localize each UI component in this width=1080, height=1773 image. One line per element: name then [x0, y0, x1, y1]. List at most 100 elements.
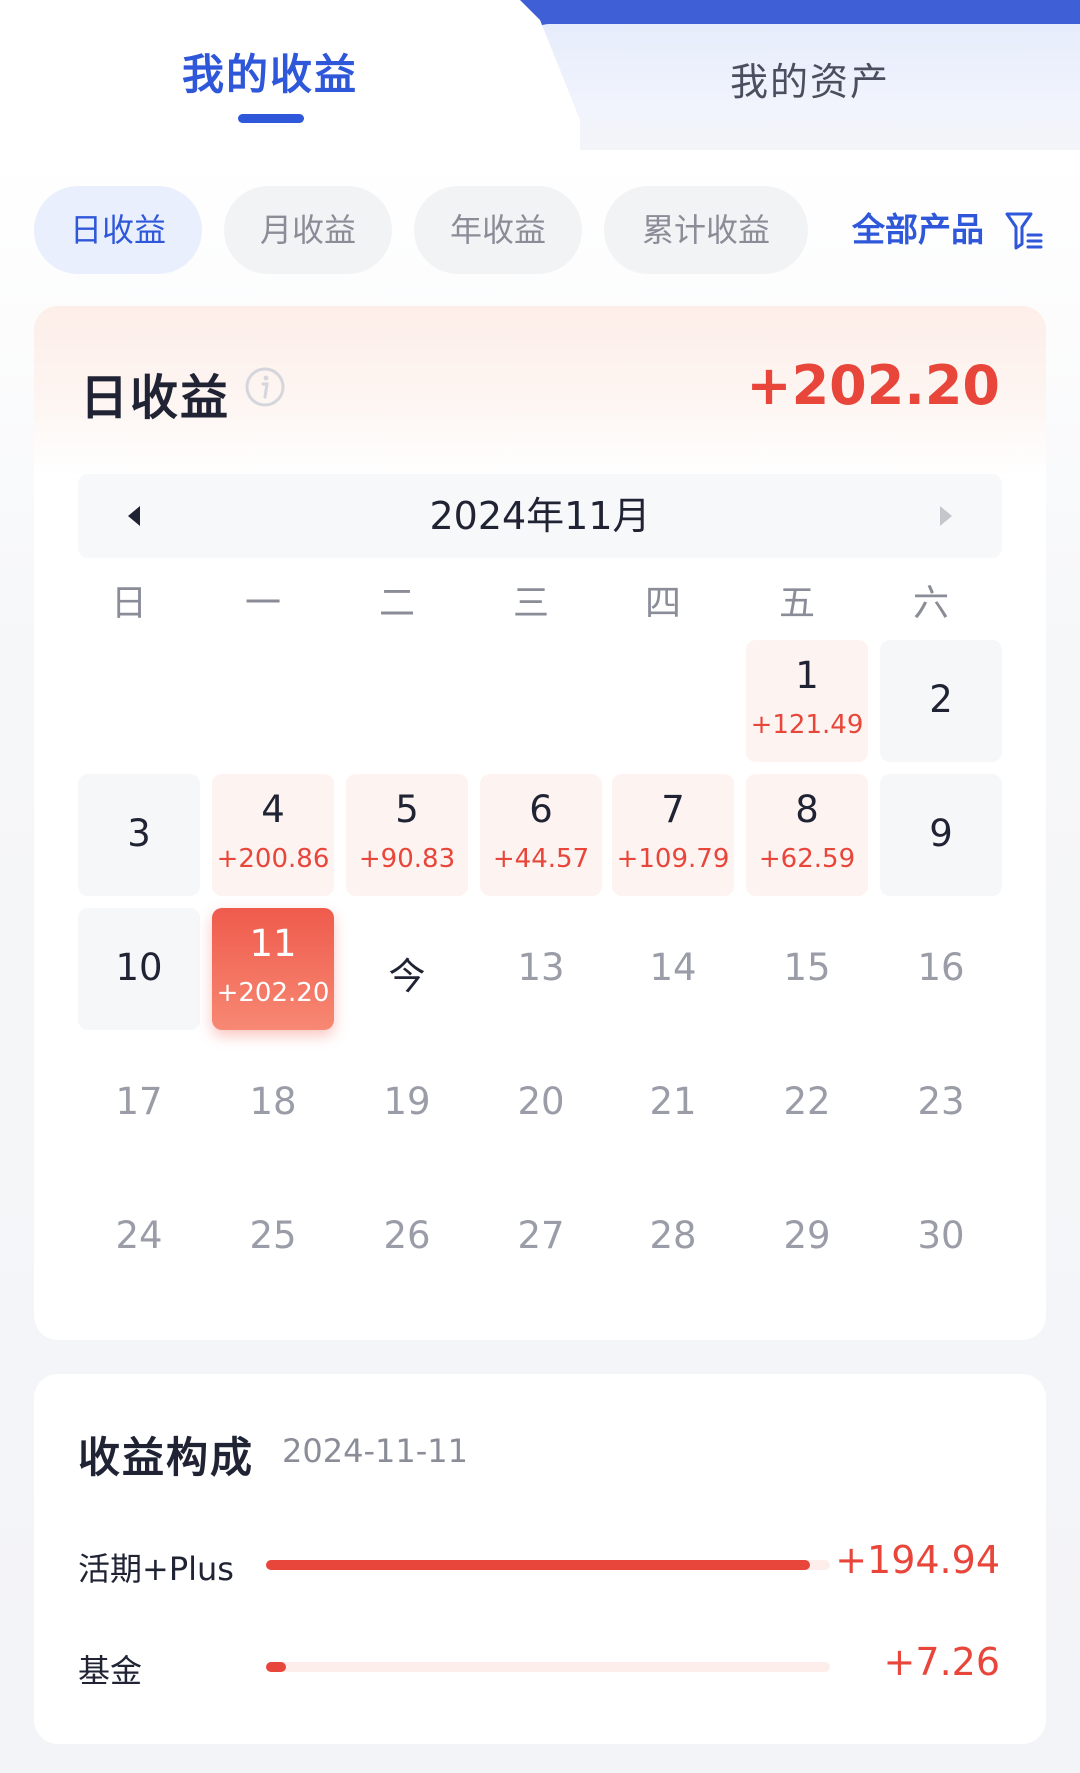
composition-label: 基金 — [78, 1652, 143, 1690]
composition-title: 收益构成 — [78, 1433, 255, 1482]
active-tab-indicator — [238, 114, 304, 123]
earnings-composition-card: 收益构成 2024-11-11 活期+Plus +194.94 基金 +7.26 — [34, 1374, 1046, 1744]
daily-earnings-card: 日收益 +202.20 2024年11月 日 一 二 三 四 五 六 1 +12… — [34, 306, 1046, 1340]
day-number: 8 — [795, 788, 819, 831]
day-number: 19 — [383, 1080, 431, 1123]
filter-cumulative-earnings[interactable]: 累计收益 — [604, 186, 808, 274]
calendar-day-14: 14 — [612, 908, 734, 1030]
tab-my-assets[interactable]: 我的资产 — [680, 52, 940, 112]
day-number: 16 — [917, 946, 965, 989]
calendar-day-6[interactable]: 6 +44.57 — [480, 774, 602, 896]
day-number: 14 — [649, 946, 697, 989]
calendar-day-9[interactable]: 9 — [880, 774, 1002, 896]
daily-earnings-title: 日收益 — [80, 370, 231, 426]
daily-earnings-total: +202.20 — [746, 354, 1000, 417]
day-earnings: +202.20 — [216, 978, 330, 1008]
calendar-day-10[interactable]: 10 — [78, 908, 200, 1030]
calendar-day-2[interactable]: 2 — [880, 640, 1002, 762]
calendar-day-13: 13 — [480, 908, 602, 1030]
calendar-day-7[interactable]: 7 +109.79 — [612, 774, 734, 896]
day-number: 21 — [649, 1080, 697, 1123]
info-icon[interactable] — [244, 366, 286, 408]
calendar-day-18: 18 — [212, 1042, 334, 1164]
current-month-label: 2024年11月 — [429, 494, 651, 538]
composition-date: 2024-11-11 — [282, 1432, 468, 1470]
calendar-day-8[interactable]: 8 +62.59 — [746, 774, 868, 896]
calendar-day-19: 19 — [346, 1042, 468, 1164]
calendar-day-24: 24 — [78, 1176, 200, 1298]
day-number: 15 — [783, 946, 831, 989]
calendar-day-26: 26 — [346, 1176, 468, 1298]
day-number: 7 — [661, 788, 685, 831]
day-number: 24 — [115, 1214, 163, 1257]
day-earnings: +109.79 — [616, 844, 730, 874]
calendar-day-27: 27 — [480, 1176, 602, 1298]
day-earnings: +44.57 — [492, 844, 590, 874]
day-number: 13 — [517, 946, 565, 989]
day-number: 30 — [917, 1214, 965, 1257]
day-number: 今 — [388, 955, 426, 998]
composition-bar-fill — [266, 1662, 287, 1672]
day-number: 20 — [517, 1080, 565, 1123]
day-number: 2 — [929, 678, 953, 721]
filter-funnel-icon[interactable] — [1004, 210, 1044, 252]
calendar-day-30: 30 — [880, 1176, 1002, 1298]
composition-bar-track — [266, 1560, 830, 1570]
composition-row-current-plus[interactable]: 活期+Plus +194.94 — [34, 1534, 1046, 1594]
day-number: 17 — [115, 1080, 163, 1123]
weekday-friday: 五 — [778, 583, 815, 624]
weekday-saturday: 六 — [912, 583, 949, 624]
composition-row-fund[interactable]: 基金 +7.26 — [34, 1636, 1046, 1696]
calendar-day-16: 16 — [880, 908, 1002, 1030]
day-number: 4 — [261, 788, 285, 831]
day-number: 27 — [517, 1214, 565, 1257]
day-earnings: +62.59 — [758, 844, 856, 874]
next-month-icon[interactable] — [936, 504, 956, 528]
calendar-day-1[interactable]: 1 +121.49 — [746, 640, 868, 762]
calendar-day-29: 29 — [746, 1176, 868, 1298]
composition-bar-track — [266, 1662, 830, 1672]
calendar-day-5[interactable]: 5 +90.83 — [346, 774, 468, 896]
day-number: 29 — [783, 1214, 831, 1257]
calendar-day-22: 22 — [746, 1042, 868, 1164]
composition-label: 活期+Plus — [78, 1550, 234, 1588]
day-number: 3 — [127, 812, 151, 855]
calendar-day-3[interactable]: 3 — [78, 774, 200, 896]
filter-yearly-earnings[interactable]: 年收益 — [414, 186, 582, 274]
day-number: 10 — [115, 946, 163, 989]
calendar-day-28: 28 — [612, 1176, 734, 1298]
composition-value: +194.94 — [835, 1538, 1000, 1582]
weekday-sunday: 日 — [110, 583, 147, 624]
composition-bar-fill — [266, 1560, 810, 1570]
day-earnings: +90.83 — [358, 844, 456, 874]
calendar-day-20: 20 — [480, 1042, 602, 1164]
day-number: 28 — [649, 1214, 697, 1257]
day-earnings: +200.86 — [216, 844, 330, 874]
day-number: 6 — [529, 788, 553, 831]
composition-value: +7.26 — [883, 1640, 1000, 1684]
day-number: 11 — [249, 922, 297, 965]
day-number: 9 — [929, 812, 953, 855]
day-number: 25 — [249, 1214, 297, 1257]
calendar-day-4[interactable]: 4 +200.86 — [212, 774, 334, 896]
day-number: 18 — [249, 1080, 297, 1123]
calendar-day-25: 25 — [212, 1176, 334, 1298]
calendar-day-11-selected[interactable]: 11 +202.20 — [212, 908, 334, 1030]
calendar-day-17: 17 — [78, 1042, 200, 1164]
calendar-day-15: 15 — [746, 908, 868, 1030]
calendar-day-today[interactable]: 今 — [346, 908, 468, 1030]
tab-my-earnings[interactable]: 我的收益 — [150, 45, 390, 105]
day-earnings: +121.49 — [750, 710, 864, 740]
filter-monthly-earnings[interactable]: 月收益 — [224, 186, 392, 274]
day-number: 26 — [383, 1214, 431, 1257]
day-number: 23 — [917, 1080, 965, 1123]
all-products-button[interactable]: 全部产品 — [852, 186, 984, 274]
month-navigator: 2024年11月 — [78, 474, 1002, 558]
weekday-thursday: 四 — [644, 583, 681, 624]
calendar-day-21: 21 — [612, 1042, 734, 1164]
calendar-day-23: 23 — [880, 1042, 1002, 1164]
weekday-monday: 一 — [244, 583, 281, 624]
weekday-tuesday: 二 — [378, 583, 415, 624]
day-number: 5 — [395, 788, 419, 831]
filter-daily-earnings[interactable]: 日收益 — [34, 186, 202, 274]
